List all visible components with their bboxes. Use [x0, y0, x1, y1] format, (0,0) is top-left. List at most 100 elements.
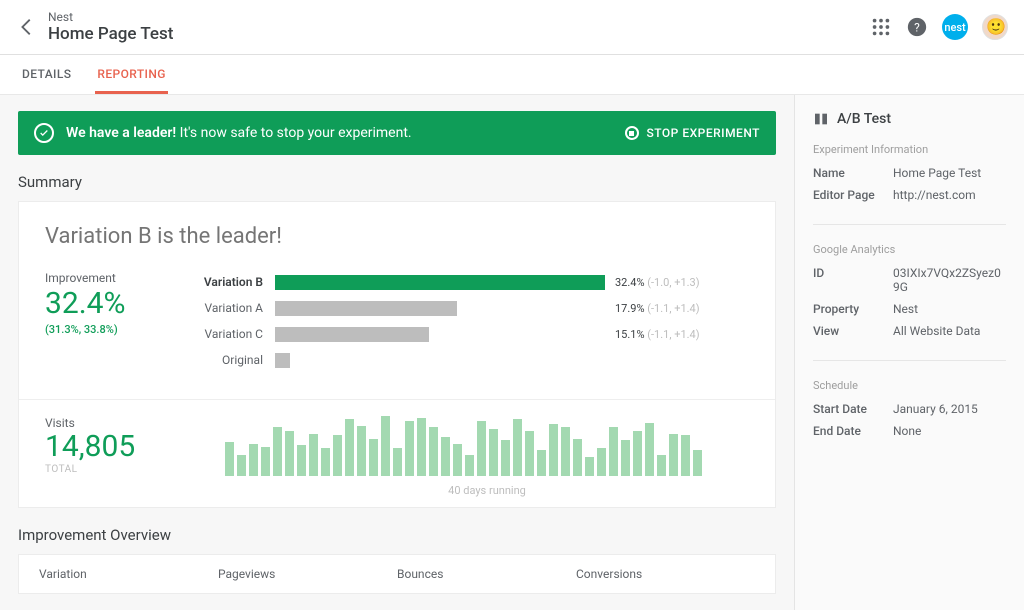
spark-bar: [345, 419, 354, 476]
schedule-title: Schedule: [813, 379, 1006, 392]
overview-col-bounces: Bounces: [397, 567, 576, 581]
spark-bar: [645, 423, 654, 477]
spark-bar: [261, 447, 270, 476]
improvement-label: Improvement: [45, 271, 165, 285]
end-val: None: [893, 424, 1006, 438]
days-running: 40 days running: [225, 484, 749, 497]
spark-bar: [669, 434, 678, 476]
variation-label: Variation A: [195, 301, 275, 315]
variation-bar-row: Variation A17.9% (-1.1, +1.4): [195, 297, 749, 319]
overview-header-row: Variation Pageviews Bounces Conversions: [18, 554, 776, 594]
top-bar: Nest Home Page Test ? nest: [0, 0, 1024, 55]
page-title: Home Page Test: [48, 24, 173, 44]
ga-id-val: 03IXIx7VQx2ZSyez09G: [893, 266, 1006, 294]
bar-track: [275, 301, 605, 316]
editor-page-row: Editor Pagehttp://nest.com: [813, 188, 1006, 202]
card-divider: [19, 399, 775, 400]
spark-bar: [573, 439, 582, 476]
spark-bar: [525, 431, 534, 476]
spark-bar: [465, 455, 474, 476]
editor-key: Editor Page: [813, 188, 893, 202]
tab-reporting[interactable]: REPORTING: [95, 55, 167, 94]
overview-col-conversions: Conversions: [576, 567, 755, 581]
variation-bar-chart: Variation B32.4% (-1.0, +1.3) Variation A…: [195, 271, 749, 375]
sidebar-heading: A/B Test: [813, 111, 1006, 127]
improvement-ci: (31.3%, 33.8%): [45, 323, 165, 336]
bar-fill: [275, 275, 605, 290]
bar-meta: 32.4% (-1.0, +1.3): [615, 276, 700, 289]
ga-id-row: ID03IXIx7VQx2ZSyez09G: [813, 266, 1006, 294]
sidebar-heading-text: A/B Test: [837, 111, 891, 127]
user-avatar[interactable]: [982, 14, 1008, 40]
end-key: End Date: [813, 424, 893, 438]
apps-grid-icon[interactable]: [870, 16, 892, 38]
variation-bar-row: Variation B32.4% (-1.0, +1.3): [195, 271, 749, 293]
ga-view-row: ViewAll Website Data: [813, 324, 1006, 338]
bar-track: [275, 327, 605, 342]
spark-bar: [681, 435, 690, 476]
start-date-row: Start DateJanuary 6, 2015: [813, 402, 1006, 416]
spark-bar: [417, 418, 426, 476]
spark-bar: [369, 439, 378, 476]
spark-bar: [561, 427, 570, 476]
variation-label: Original: [195, 353, 275, 367]
ga-id-key: ID: [813, 266, 893, 294]
title-block: Nest Home Page Test: [48, 10, 173, 44]
spark-bar: [297, 445, 306, 476]
improvement-block: Improvement 32.4% (31.3%, 33.8%): [45, 271, 165, 375]
improvement-row: Improvement 32.4% (31.3%, 33.8%) Variati…: [45, 271, 749, 375]
overview-col-pageviews: Pageviews: [218, 567, 397, 581]
schedule-section: Schedule Start DateJanuary 6, 2015 End D…: [813, 379, 1006, 460]
summary-heading: Summary: [18, 173, 776, 191]
exp-name-key: Name: [813, 166, 893, 180]
ga-view-key: View: [813, 324, 893, 338]
spark-bar: [597, 448, 606, 476]
variation-bar-row: Original: [195, 349, 749, 371]
overview-col-variation: Variation: [39, 567, 218, 581]
left-column: We have a leader! It's now safe to stop …: [0, 95, 794, 610]
spark-bar: [621, 440, 630, 476]
ab-test-icon: [813, 111, 829, 127]
svg-text:?: ?: [914, 21, 920, 35]
leader-banner: We have a leader! It's now safe to stop …: [18, 111, 776, 155]
spark-bar: [333, 435, 342, 476]
spark-bar: [609, 427, 618, 476]
spark-bar: [441, 437, 450, 476]
variation-bar-row: Variation C15.1% (-1.1, +1.4): [195, 323, 749, 345]
tab-details[interactable]: DETAILS: [20, 55, 73, 94]
start-key: Start Date: [813, 402, 893, 416]
exp-info-section: Experiment Information NameHome Page Tes…: [813, 143, 1006, 225]
end-date-row: End DateNone: [813, 424, 1006, 438]
right-sidebar: A/B Test Experiment Information NameHome…: [794, 95, 1024, 610]
ga-prop-row: PropertyNest: [813, 302, 1006, 316]
stop-experiment-button[interactable]: STOP EXPERIMENT: [625, 126, 761, 140]
leader-headline: Variation B is the leader!: [45, 224, 749, 249]
visits-block: Visits 14,805 TOTAL: [45, 416, 185, 475]
back-arrow-icon[interactable]: [16, 16, 38, 38]
stop-icon: [625, 126, 639, 140]
spark-bar: [429, 427, 438, 476]
start-val: January 6, 2015: [893, 402, 1006, 416]
spark-bar: [249, 444, 258, 476]
spark-bar: [285, 431, 294, 476]
spark-bar: [693, 450, 702, 476]
account-brand-icon[interactable]: nest: [942, 14, 968, 40]
exp-name-row: NameHome Page Test: [813, 166, 1006, 180]
bar-fill: [275, 327, 429, 342]
spark-bar: [549, 424, 558, 476]
spark-bar: [405, 421, 414, 476]
spark-bar: [309, 434, 318, 476]
help-icon[interactable]: ?: [906, 16, 928, 38]
exp-info-title: Experiment Information: [813, 143, 1006, 156]
exp-name-val: Home Page Test: [893, 166, 1006, 180]
spark-bar: [489, 429, 498, 476]
spark-bar: [453, 444, 462, 476]
spark-bar: [633, 431, 642, 476]
improvement-percent: 32.4%: [45, 289, 165, 319]
breadcrumb: Nest: [48, 10, 173, 24]
bar-track: [275, 353, 605, 368]
editor-val[interactable]: http://nest.com: [893, 188, 1006, 202]
visits-spark-wrap: 40 days running: [225, 416, 749, 497]
top-right: ? nest: [870, 14, 1008, 40]
spark-bar: [585, 457, 594, 476]
